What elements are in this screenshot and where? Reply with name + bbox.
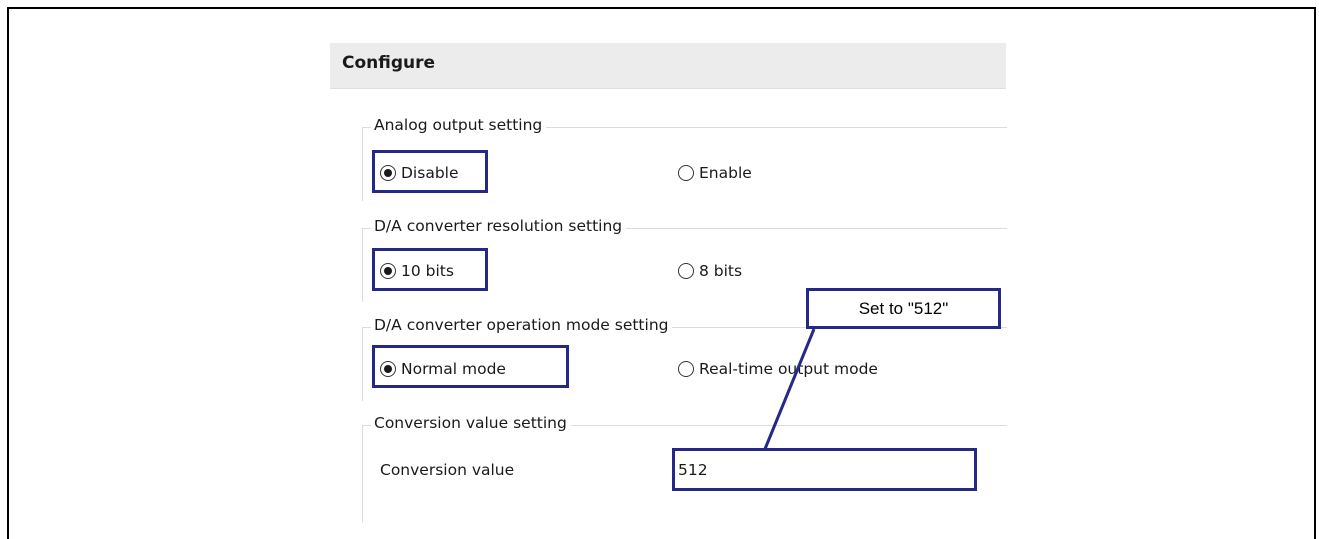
radio-enable[interactable]: Enable [678, 164, 752, 182]
radio-unselected-icon[interactable] [678, 361, 694, 377]
radio-enable-label: Enable [699, 164, 752, 182]
callout-box: Set to "512" [806, 288, 1001, 329]
resolution-legend: D/A converter resolution setting [371, 217, 627, 235]
conversion-value-label-text: Conversion value [380, 461, 515, 479]
panel-header: Configure [330, 43, 1006, 89]
callout-text: Set to "512" [858, 298, 949, 318]
conversion-value-input[interactable]: 512 [672, 448, 977, 491]
radio-unselected-icon[interactable] [678, 165, 694, 181]
highlight-disable [372, 150, 488, 193]
conversion-value-label: Conversion value [380, 461, 514, 479]
conversion-value-legend: Conversion value setting [371, 414, 571, 432]
radio-8-bits-label: 8 bits [699, 262, 743, 280]
panel-title: Configure [342, 53, 436, 73]
operation-mode-legend: D/A converter operation mode setting [371, 316, 673, 334]
radio-real-time-output-mode[interactable]: Real-time output mode [678, 360, 878, 378]
radio-8-bits[interactable]: 8 bits [678, 262, 742, 280]
radio-unselected-icon[interactable] [678, 263, 694, 279]
conversion-value-input-text: 512 [678, 460, 708, 479]
highlight-normal-mode [372, 345, 569, 388]
radio-real-time-output-mode-label: Real-time output mode [699, 360, 878, 378]
highlight-10-bits [372, 248, 488, 291]
analog-output-legend: Analog output setting [371, 116, 547, 134]
